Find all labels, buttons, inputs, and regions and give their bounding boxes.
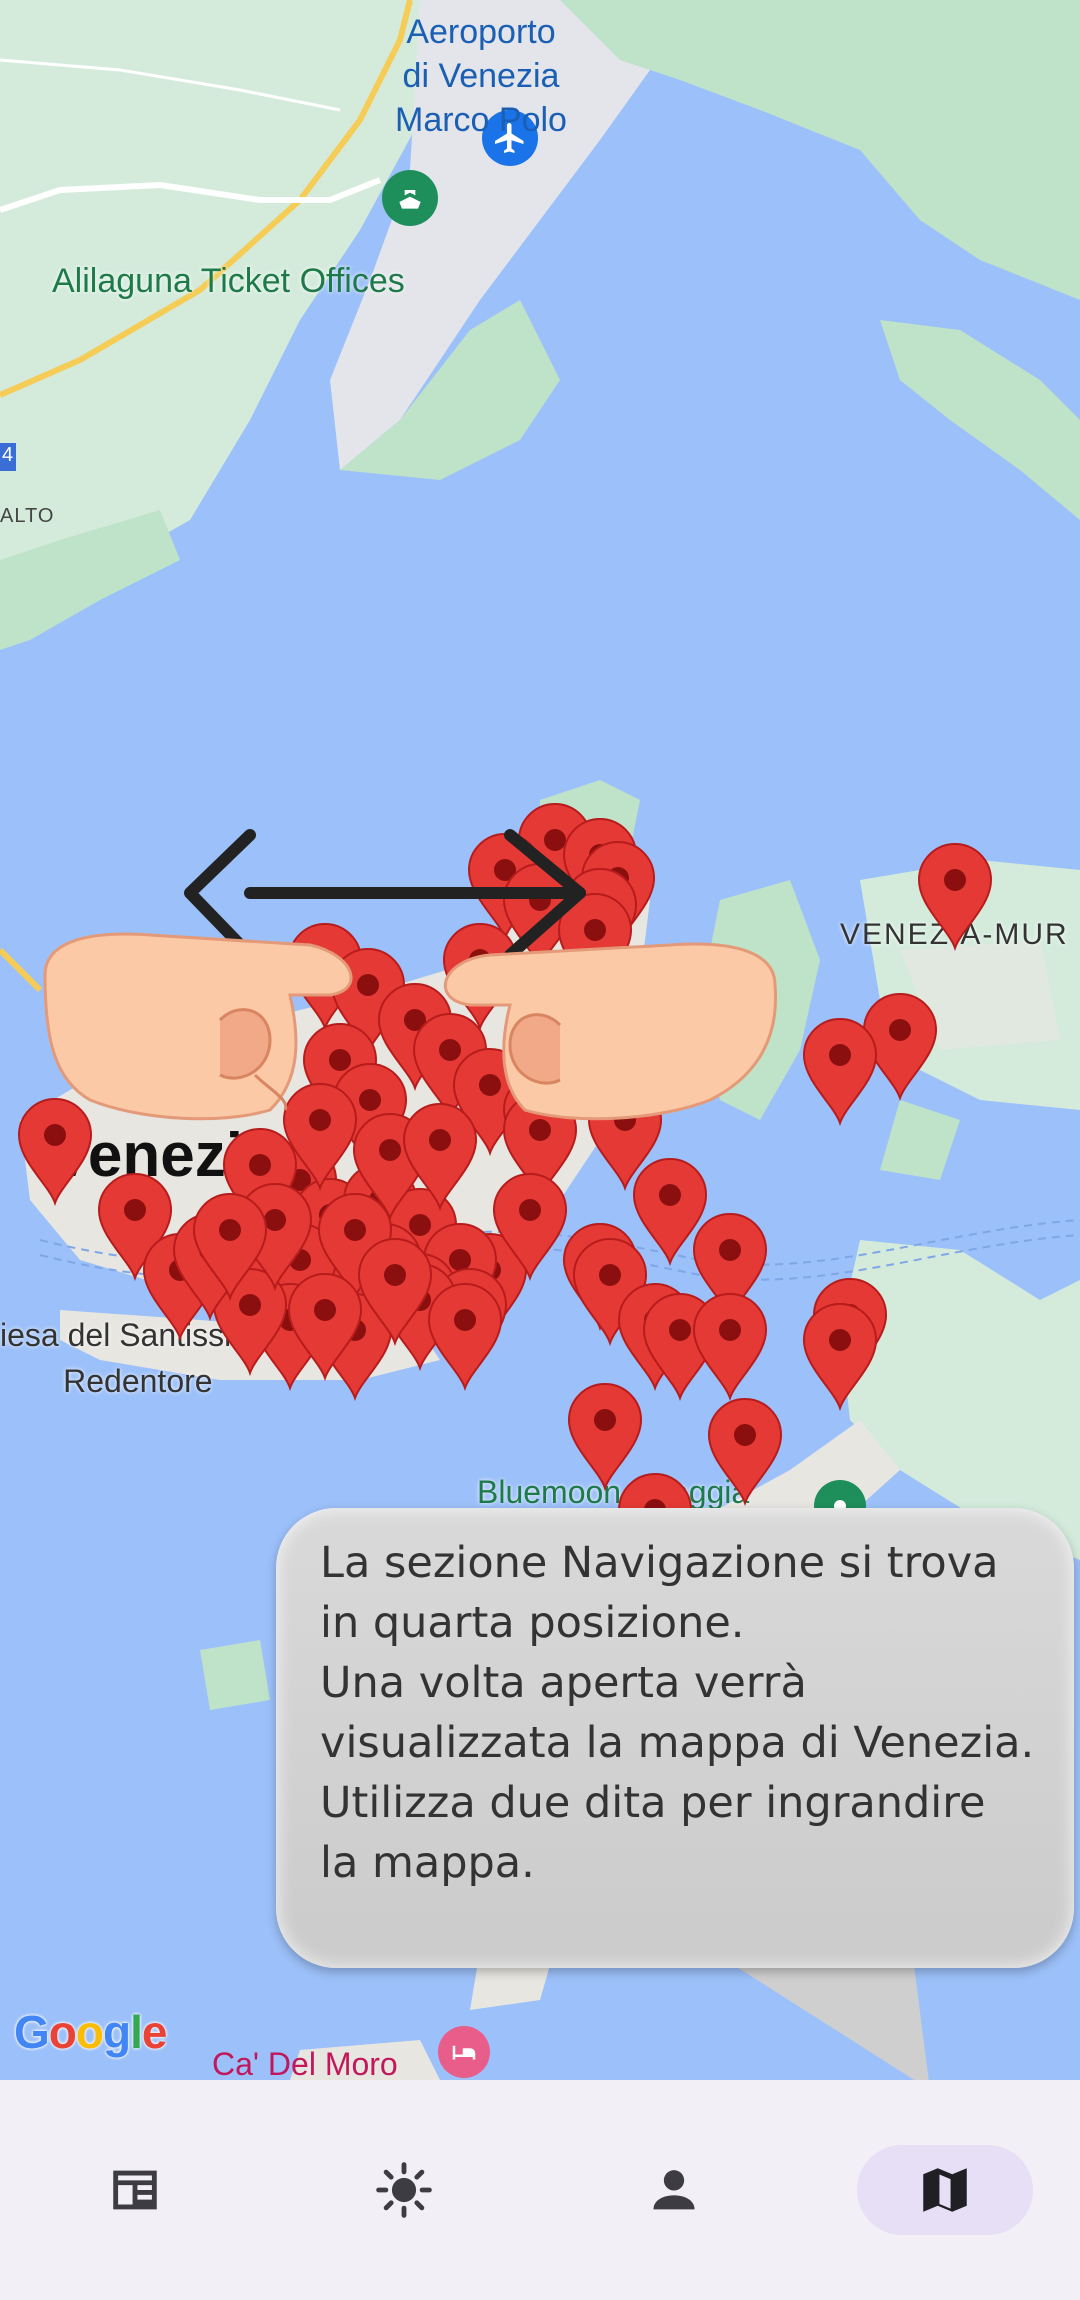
nav-profile-button[interactable] — [586, 2145, 762, 2235]
tutorial-line: La sezione Navigazione si trova — [320, 1538, 999, 1588]
person-icon — [653, 2170, 695, 2210]
map-icon — [923, 2168, 967, 2212]
nav-news-button[interactable] — [47, 2145, 223, 2235]
tutorial-line: la mappa. — [320, 1838, 535, 1888]
sun-icon — [376, 2162, 432, 2218]
tutorial-line: in quarta posizione. — [320, 1598, 745, 1648]
tutorial-line: Utilizza due dita per ingrandire — [320, 1778, 986, 1828]
tutorial-line: visualizzata la mappa di Venezia. — [320, 1718, 1035, 1768]
nav-weather-button[interactable] — [316, 2145, 492, 2235]
tutorial-line: Una volta aperta verrà — [320, 1658, 807, 1708]
tutorial-text: La sezione Navigazione si trova in quart… — [320, 1533, 1050, 1893]
newspaper-icon — [113, 2170, 157, 2210]
nav-map-button[interactable] — [857, 2145, 1033, 2235]
